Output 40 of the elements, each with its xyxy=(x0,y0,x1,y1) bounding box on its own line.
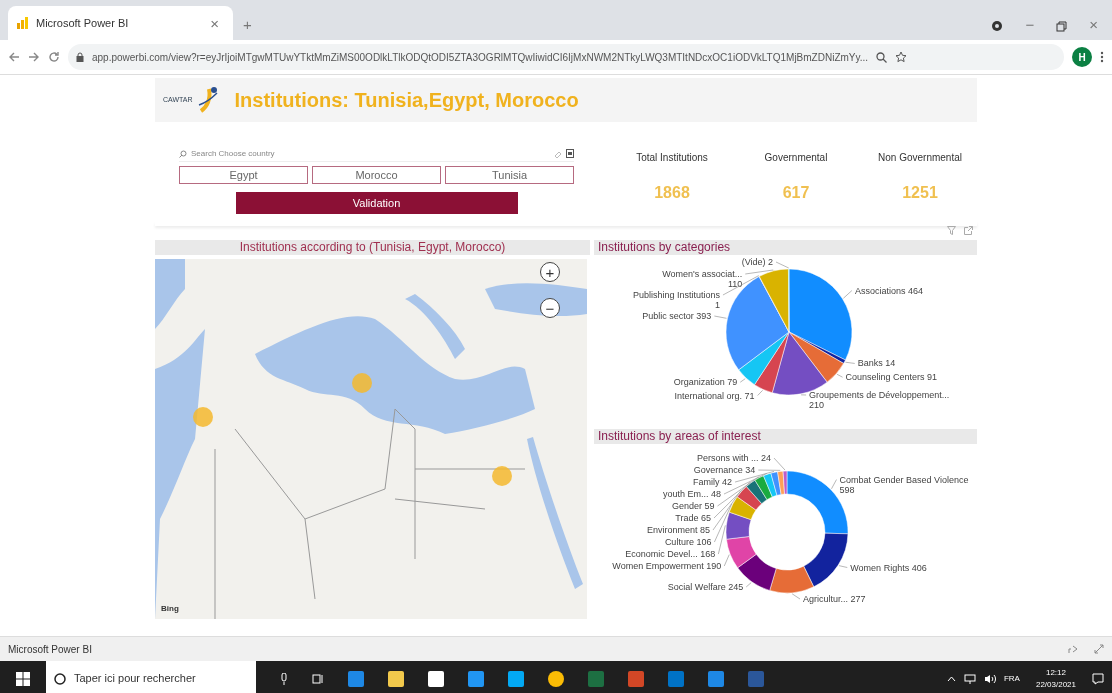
visual-title: Institutions according to (Tunisia, Egypt, Morocco) xyxy=(155,240,590,255)
kpi-value: 617 xyxy=(782,183,810,203)
report-title: Institutions: Tunisia,Egypt, Morocco xyxy=(234,88,579,113)
search-placeholder: Taper ici pour rechercher xyxy=(74,671,196,687)
map-attribution: Bing xyxy=(161,603,179,615)
data-label: Culture 106 xyxy=(664,537,712,548)
data-label: Publishing Institutions 1 xyxy=(632,290,720,310)
data-label: Environment 85 xyxy=(646,525,710,536)
data-label: Gender 59 xyxy=(671,501,715,512)
visual-title: Institutions by areas of interest xyxy=(594,429,977,444)
data-label: Combat Gender Based Violence 598 xyxy=(839,474,969,495)
kpi-value: 1251 xyxy=(902,183,938,203)
data-label: Governance 34 xyxy=(693,465,756,476)
data-label: International org. 71 xyxy=(674,390,755,401)
data-label: Groupements de Développement... 210 xyxy=(809,390,950,410)
kpi-label: Total Institutions xyxy=(636,151,708,165)
data-label: Trade 65 xyxy=(675,513,711,524)
footer-label: Microsoft Power BI xyxy=(8,642,93,657)
search-placeholder: Search Choose country xyxy=(191,147,276,160)
data-label: Associations 464 xyxy=(854,285,923,296)
kpi-value: 1868 xyxy=(654,183,690,203)
data-label: Women's associat... 110 xyxy=(662,269,743,289)
data-label: Family 42 xyxy=(693,477,733,488)
data-label: Public sector 393 xyxy=(642,311,712,321)
data-label: Organization 79 xyxy=(673,377,738,388)
url-text: app.powerbi.com/view?r=eyJrIjoiMTgwMTUwYTktMmZiMS00ODlkLTlkODQtODI5ZTA3OGRlMTQwIiwidCI6IjMxNWM2NTkyLWQ3MTItNDcxOC1iODVkLTQ1MjBmZDNiZmYy... xyxy=(92,50,869,65)
data-label: Agricultur... 277 xyxy=(803,594,866,604)
visual-title: Institutions by categories xyxy=(594,240,977,255)
kpi-label: Governmental xyxy=(764,151,828,165)
data-label: Persons with ... 24 xyxy=(696,453,771,464)
data-label: Counseling Centers 91 xyxy=(845,372,938,383)
tab-title: Microsoft Power BI xyxy=(36,15,130,31)
data-label: Women Empowerment 190 xyxy=(612,561,722,572)
data-label: Banks 14 xyxy=(857,358,896,369)
kpi-label: Non Governmental xyxy=(878,151,962,165)
data-label: Social Welfare 245 xyxy=(667,581,744,592)
data-label: Economic Devel... 168 xyxy=(625,549,716,560)
data-label: youth Em... 48 xyxy=(663,489,721,500)
data-label: Women Rights 406 xyxy=(850,562,927,573)
data-label: (Vide) 2 xyxy=(741,257,773,267)
